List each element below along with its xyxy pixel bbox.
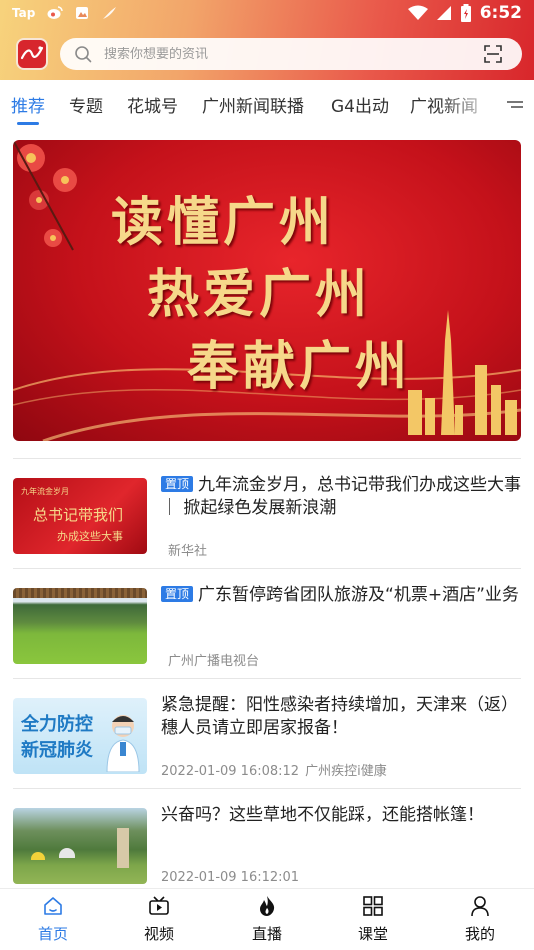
category-tabs: 推荐 专题 花城号 广州新闻联播 G4出动 广视新闻 (0, 80, 534, 126)
tap-notification-text: Tap (12, 6, 36, 20)
news-meta: 2022-01-09 16:08:12 广州疾控i健康 (161, 760, 387, 779)
grid-icon (363, 896, 383, 916)
news-source: 广州广播电视台 (168, 654, 260, 669)
tab-g4[interactable]: G4出动 (331, 92, 389, 117)
thumb-caption-line2: 新冠肺炎 (21, 740, 93, 761)
app-logo[interactable] (16, 38, 48, 70)
divider (13, 458, 521, 459)
news-time: 2022-01-09 16:08:12 (161, 764, 300, 779)
search-input[interactable] (104, 46, 464, 62)
divider (13, 788, 521, 789)
nav-profile[interactable]: 我的 (445, 895, 515, 950)
wifi-icon (407, 5, 428, 20)
nav-label: 视频 (143, 925, 174, 943)
banner-line-2: 热爱广州 (147, 264, 372, 325)
tent-shape (59, 848, 75, 858)
nav-classroom[interactable]: 课堂 (338, 895, 408, 950)
nav-home[interactable]: 首页 (18, 895, 88, 950)
news-title-text: 九年流金岁月，总书记带我们办成这些大事 ｜ 掀起绿色发展新浪潮 (161, 475, 522, 518)
weibo-icon (47, 6, 64, 19)
tab-huacheng-account[interactable]: 花城号 (127, 92, 178, 117)
news-thumbnail: 全力防控 新冠肺炎 (13, 698, 147, 774)
news-title: 置顶 广东暂停跨省团队旅游及“机票+酒店”业务 (161, 584, 521, 607)
pinned-badge: 置顶 (161, 476, 194, 492)
banner-line-1: 读懂广州 (111, 192, 336, 253)
photo-icon (76, 7, 89, 19)
news-thumbnail (13, 808, 147, 884)
search-bar[interactable] (60, 38, 522, 70)
news-item[interactable]: 全力防控 新冠肺炎 紧急提醒：阳性感染者持续增加，天津来（返）穗人员请立即居家报… (13, 680, 521, 788)
scan-icon[interactable] (484, 45, 502, 63)
nav-label: 直播 (251, 925, 282, 943)
tab-topics[interactable]: 专题 (69, 92, 103, 117)
news-item[interactable]: 置顶 广东暂停跨省团队旅游及“机票+酒店”业务 广州广播电视台 (13, 570, 521, 678)
status-bar: Tap 6:52 (0, 0, 534, 28)
news-meta: 新华社 (168, 540, 207, 559)
news-title-text: 广东暂停跨省团队旅游及“机票+酒店”业务 (198, 585, 519, 605)
news-meta: 广州广播电视台 (168, 650, 259, 669)
tent-shape (31, 852, 45, 860)
status-system: 6:52 (407, 3, 522, 23)
bottom-navigation: 首页 视频 直播 课堂 我的 (0, 888, 534, 950)
active-tab-indicator (17, 122, 39, 125)
video-icon (149, 896, 169, 915)
news-thumbnail: 九年流金岁月 总书记带我们 办成这些大事 (13, 478, 147, 554)
search-icon (75, 46, 92, 63)
thatched-roof-shape (13, 588, 147, 598)
thumb-caption-top: 九年流金岁月 (21, 487, 69, 496)
tab-guangzhou-news[interactable]: 广州新闻联播 (202, 92, 304, 117)
news-time: 2022-01-09 16:12:01 (161, 870, 300, 885)
doctor-icon (106, 715, 140, 772)
feather-icon (103, 7, 117, 19)
tab-recommend[interactable]: 推荐 (11, 92, 45, 117)
thumb-caption-line1: 全力防控 (21, 714, 93, 735)
sign-board-shape (117, 828, 129, 868)
news-title: 兴奋吗？这些草地不仅能踩，还能搭帐篷！ (161, 805, 484, 825)
news-source: 广州疾控i健康 (305, 764, 387, 779)
news-item[interactable]: 九年流金岁月 总书记带我们 办成这些大事 置顶 九年流金岁月，总书记带我们办成这些… (13, 460, 521, 568)
thumb-caption-main: 总书记带我们 (33, 506, 124, 524)
thumb-caption-sub: 办成这些大事 (57, 530, 123, 543)
clock-text: 6:52 (479, 3, 522, 23)
nav-video[interactable]: 视频 (124, 895, 194, 950)
status-notifications: Tap (12, 6, 117, 20)
huacheng-logo-icon (20, 46, 44, 60)
banner-line-3: 奉献广州 (187, 336, 412, 397)
nav-label: 首页 (37, 925, 68, 943)
nav-label: 课堂 (357, 925, 388, 943)
pinned-badge: 置顶 (161, 586, 194, 602)
home-icon (44, 897, 62, 915)
user-icon (471, 896, 489, 917)
news-title: 置顶 九年流金岁月，总书记带我们办成这些大事 ｜ 掀起绿色发展新浪潮 (161, 474, 521, 520)
news-item[interactable]: 兴奋吗？这些草地不仅能踩，还能搭帐篷！ 2022-01-09 16:12:01 (13, 790, 521, 898)
nav-label: 我的 (464, 925, 495, 943)
news-source: 新华社 (168, 544, 208, 559)
news-meta: 2022-01-09 16:12:01 (161, 870, 299, 885)
app-header: Tap 6:52 搜索你想要的资讯 (0, 0, 534, 80)
news-thumbnail (13, 588, 147, 664)
divider (13, 568, 521, 569)
menu-icon[interactable] (506, 97, 524, 111)
nav-live[interactable]: 直播 (232, 895, 302, 950)
battery-icon (460, 4, 471, 22)
hero-banner[interactable]: 读懂广州 热爱广州 奉献广州 (13, 140, 521, 441)
plum-blossom-icon (13, 140, 77, 251)
signal-icon (436, 6, 451, 20)
tab-overflow-fade (440, 80, 500, 126)
flame-icon (260, 896, 275, 916)
news-title: 紧急提醒：阳性感染者持续增加，天津来（返）穗人员请立即居家报备！ (161, 695, 518, 738)
divider (13, 678, 521, 679)
